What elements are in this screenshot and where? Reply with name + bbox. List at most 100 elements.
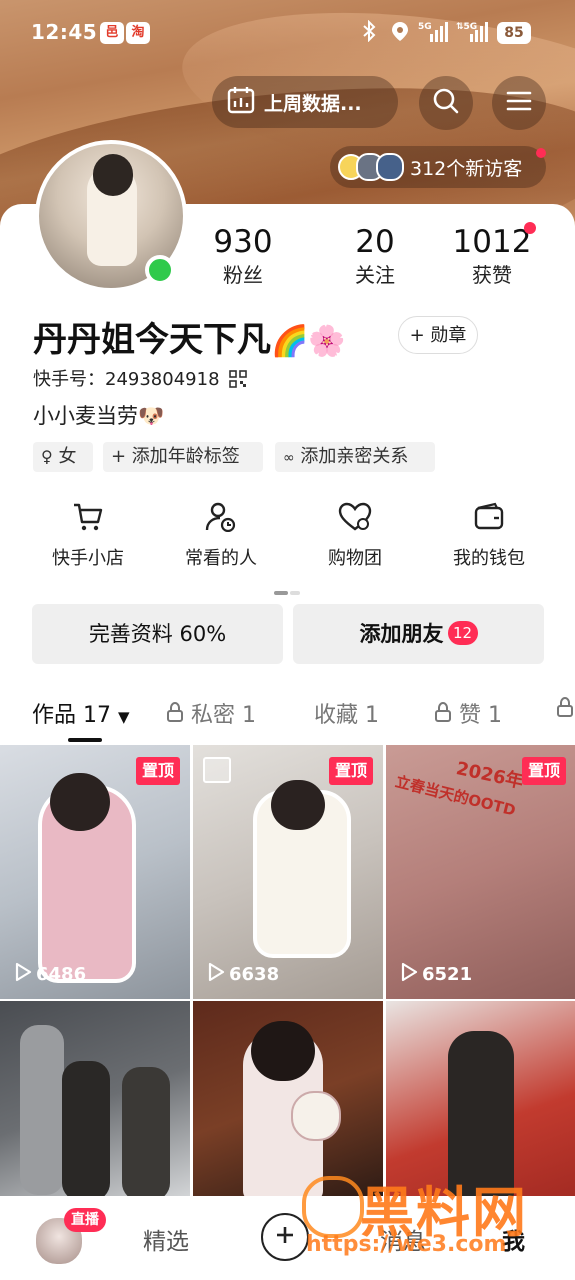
service-label: 我的钱包 [453,548,525,569]
status-bar: 12:45 邑 淘 5G ⇅5G 85 [0,0,575,66]
tab-private[interactable]: 私密 1 [166,697,256,729]
profile-name: 丹丹姐今天下凡🌈🌸 [33,312,346,361]
stat-followers[interactable]: 930 粉丝 [188,225,298,288]
thumbnail-figure [122,1067,170,1201]
video-thumbnail[interactable] [193,1001,383,1201]
add-friends-label: 添加朋友 [359,622,444,646]
user-clock-icon [205,502,237,536]
online-status-indicator [145,255,175,285]
play-count-value: 6486 [36,964,87,985]
tab-label: 赞 1 [459,703,502,728]
location-icon [390,20,410,46]
add-friends-button[interactable]: 添加朋友 12 [293,604,544,664]
lock-icon [434,701,459,728]
pinned-badge: 置顶 [521,757,566,785]
round-fan [291,1091,341,1141]
battery-indicator: 85 [497,22,531,44]
stat-following[interactable]: 20 关注 [320,225,430,288]
thumbnail-figure [20,1025,64,1195]
video-thumbnail[interactable] [0,1001,190,1201]
thumbnail-figure [62,1061,110,1201]
kuaishou-id[interactable]: 快手号：2493804918 [33,365,248,393]
stat-value: 20 [355,224,395,260]
shopping-cart-icon [72,503,104,536]
heart-group-icon [338,502,372,536]
search-button[interactable] [419,76,473,130]
video-thumbnail[interactable]: 置顶 6638 [193,745,383,999]
gender-tag[interactable]: ♀ 女 [33,442,93,472]
tab-liked[interactable]: 赞 1 [434,697,502,729]
visitor-avatar [376,153,404,181]
menu-button[interactable] [492,76,546,130]
taobao-notification-icon: 淘 [126,22,150,44]
add-medal-button[interactable]: + 勋章 [398,316,478,354]
complete-profile-button[interactable]: 完善资料 60% [32,604,283,664]
female-icon: ♀ [41,447,53,466]
play-icon [14,962,32,987]
create-button[interactable] [261,1213,309,1261]
tab-favorites[interactable]: 收藏 1 [314,697,379,729]
play-count-value: 6521 [422,964,473,985]
play-icon [207,962,225,987]
play-count: 6486 [14,962,86,987]
page-indicator [274,580,300,595]
search-icon [432,87,460,119]
video-thumbnail[interactable]: 2026年 立春当天的OOTD 置顶 6521 [386,745,575,999]
service-label: 常看的人 [185,548,257,569]
lock-icon [166,701,191,728]
stat-label: 粉丝 [223,263,263,287]
status-time: 12:45 [31,20,98,44]
calendar-chart-icon [226,85,256,119]
pinned-badge: 置顶 [328,757,373,785]
watermark-url: https://we3.com [306,1232,507,1257]
signal-icon: 5G [418,20,448,48]
plus-icon [274,1224,296,1250]
kuaishou-id-text: 快手号：2493804918 [33,369,220,390]
weekly-data-label: 上周数据... [264,92,362,115]
play-icon [400,962,418,987]
caret-down-icon: ▼ [118,708,130,726]
play-count: 6638 [207,962,279,987]
service-shopping-group[interactable]: 购物团 [290,502,420,570]
pinned-badge: 置顶 [135,757,180,785]
notification-dot [524,222,536,234]
name-emoji: 🌈🌸 [271,324,346,359]
bluetooth-icon [362,19,376,46]
live-badge: 直播 [64,1208,106,1232]
link-icon: ∞ [283,450,295,466]
service-my-wallet[interactable]: 我的钱包 [424,502,554,570]
weekly-data-button[interactable]: 上周数据... [212,76,398,128]
stat-label: 获赞 [472,263,512,287]
service-frequent-people[interactable]: 常看的人 [156,502,286,570]
lock-icon [556,696,574,723]
add-age-tag-button[interactable]: + 添加年龄标签 [103,442,263,472]
video-thumbnail[interactable]: 置顶 6486 [0,745,190,999]
svg-text:⇅5G: ⇅5G [456,22,477,32]
tab-works[interactable]: 作品 17 ▼ [32,697,130,729]
active-tab-indicator [68,738,102,742]
menu-icon [506,90,532,116]
tab-label: 作品 17 [32,703,111,728]
profile-bio: 小小麦当劳🐶 [33,404,165,428]
image-icon [203,757,231,783]
new-visitors-button[interactable]: 312个新访客 [330,146,546,188]
new-visitors-label: 312个新访客 [410,157,523,180]
add-relationship-label: 添加亲密关系 [300,446,409,467]
thumbnail-figure-hair [271,780,325,830]
stat-likes[interactable]: 1012 获赞 [437,225,547,288]
thumbnail-figure-hair [251,1021,315,1081]
tab-label: 私密 1 [191,703,256,728]
stat-value: 930 [213,224,273,260]
watermark-logo [302,1176,364,1238]
qr-code-icon[interactable] [229,370,248,393]
service-kuaishou-shop[interactable]: 快手小店 [23,502,153,570]
wallet-icon [473,502,505,536]
service-label: 购物团 [328,548,382,569]
play-count-value: 6638 [229,964,280,985]
profile-name-text: 丹丹姐今天下凡 [33,320,271,360]
signal-icon: ⇅5G [456,20,490,48]
nav-featured[interactable]: 精选 [143,1222,189,1256]
add-relationship-button[interactable]: ∞ 添加亲密关系 [275,442,435,472]
notification-dot [536,148,546,158]
stat-label: 关注 [355,263,395,287]
